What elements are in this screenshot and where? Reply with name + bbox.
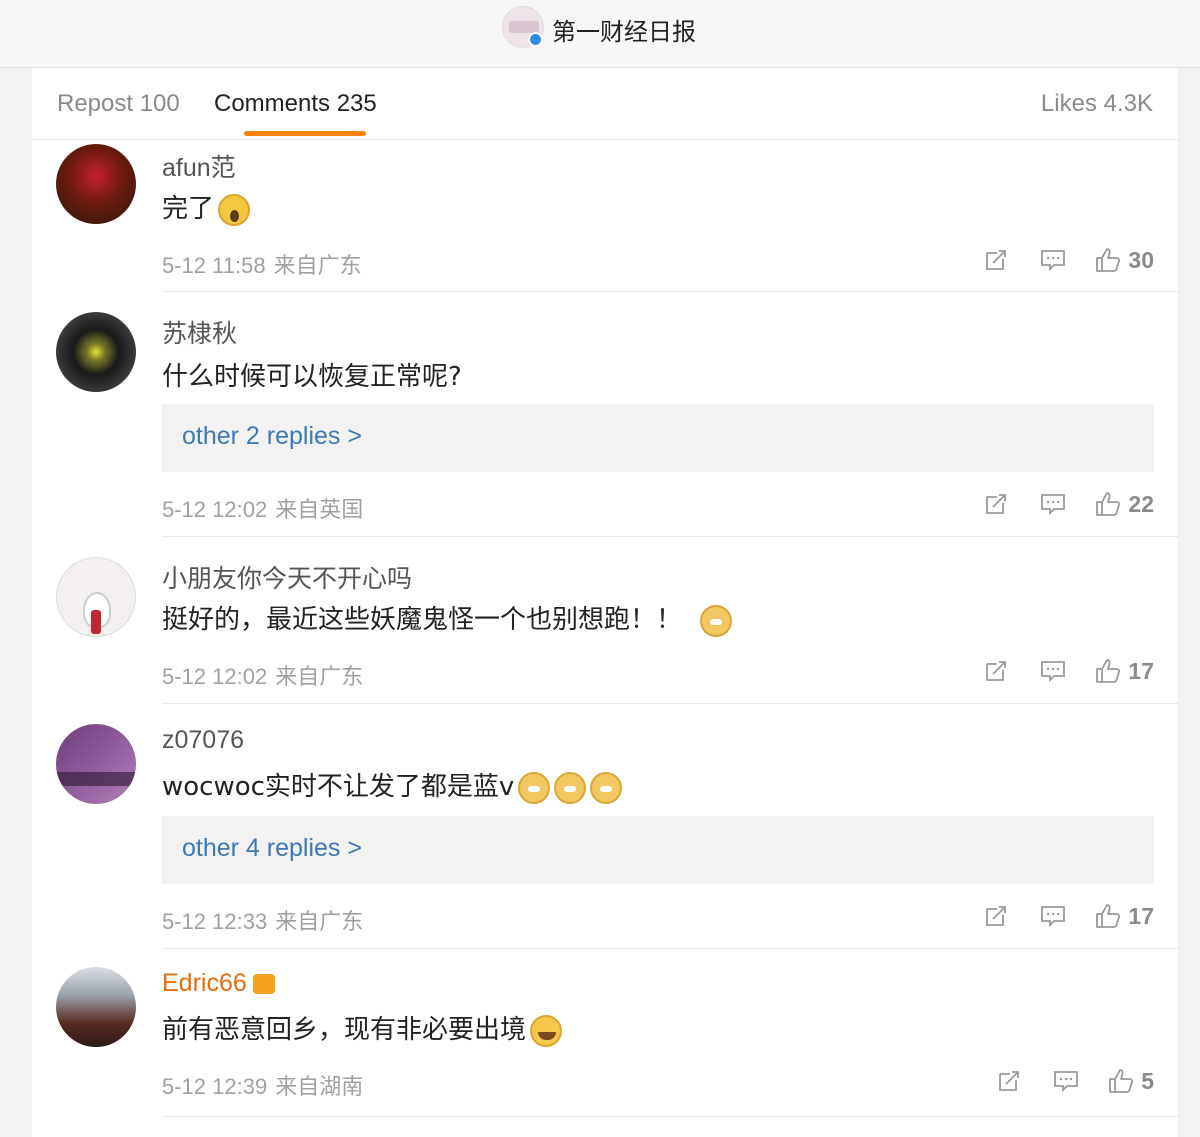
like-icon: [1096, 248, 1121, 272]
more-replies-label: other 2 replies >: [182, 422, 362, 450]
like-icon: [1109, 1069, 1134, 1093]
reply-button[interactable]: [1040, 904, 1066, 928]
comment-time: 5-12 12:02: [162, 497, 268, 522]
comment-username[interactable]: Edric66: [162, 969, 275, 998]
comment-item: afun范 完了 5-12 11:58 来自广东 30: [32, 140, 1178, 292]
like-button[interactable]: 17: [1094, 657, 1154, 685]
more-replies-link[interactable]: other 4 replies >: [162, 816, 1154, 884]
comment-text: 完了: [162, 188, 251, 226]
comment-actions: 17: [984, 900, 1154, 932]
comment-meta: 5-12 12:33 来自广东: [162, 904, 363, 936]
laugh-cry-emoji-icon: [530, 1014, 563, 1047]
avatar[interactable]: [56, 557, 136, 637]
top-bar: 第一财经日报: [0, 0, 1200, 68]
avatar[interactable]: [56, 967, 136, 1047]
like-button[interactable]: 22: [1094, 490, 1154, 518]
comment-actions: 5: [997, 1065, 1154, 1097]
reply-button[interactable]: [1040, 492, 1066, 516]
reply-button[interactable]: [1040, 659, 1066, 683]
like-count: 17: [1128, 902, 1154, 929]
comment-icon: [1054, 1071, 1079, 1093]
more-replies-link[interactable]: other 2 replies >: [162, 404, 1154, 472]
doge-emoji-icon: [518, 771, 551, 804]
avatar[interactable]: [56, 312, 136, 392]
crown-icon: [252, 974, 275, 995]
comment-username[interactable]: 苏棣秋: [162, 314, 237, 350]
comment-icon: [1041, 494, 1066, 516]
share-icon: [986, 250, 1007, 270]
tab-likes[interactable]: Likes 4.3K: [1041, 90, 1153, 118]
like-count: 17: [1128, 657, 1154, 684]
tab-comments[interactable]: Comments 235: [214, 90, 377, 118]
comment-time: 5-12 12:33: [162, 909, 268, 934]
comment-meta: 5-12 12:02 来自英国: [162, 492, 363, 524]
comment-actions: 17: [984, 655, 1154, 687]
doge-emoji-icon: [554, 771, 587, 804]
comments-panel: Repost 100 Comments 235 Likes 4.3K afun范…: [32, 68, 1178, 1137]
tab-repost[interactable]: Repost 100: [57, 90, 180, 118]
like-icon: [1096, 904, 1121, 928]
share-button[interactable]: [984, 492, 1008, 516]
like-count: 5: [1141, 1067, 1154, 1094]
comment-username[interactable]: z07076: [162, 726, 244, 755]
comment-icon: [1041, 661, 1066, 683]
comment-text: 挺好的，最近这些妖魔鬼怪一个也别想跑！！: [162, 599, 733, 637]
divider: [162, 1116, 1178, 1117]
account-name[interactable]: 第一财经日报: [552, 12, 696, 47]
comment-text: 什么时候可以恢复正常呢?: [162, 362, 462, 392]
comment-icon: [1041, 250, 1066, 272]
comment-item: Edric66 前有恶意回乡，现有非必要出境 5-12 12:39 来自湖南 5: [32, 949, 1178, 1117]
comment-location: 来自广东: [273, 253, 362, 278]
comment-actions: 30: [984, 244, 1154, 276]
comment-location: 来自广东: [275, 909, 364, 934]
active-tab-indicator: [244, 131, 366, 136]
share-button[interactable]: [984, 248, 1008, 272]
reply-button[interactable]: [1053, 1069, 1079, 1093]
doge-emoji-icon: [590, 771, 623, 804]
comment-username[interactable]: 小朋友你今天不开心吗: [162, 559, 412, 595]
doge-emoji-icon: [700, 604, 733, 637]
comment-location: 来自湖南: [275, 1074, 364, 1099]
comment-time: 5-12 12:39: [162, 1074, 268, 1099]
share-button[interactable]: [997, 1069, 1021, 1093]
comment-item: 苏棣秋 什么时候可以恢复正常呢? other 2 replies > 5-12 …: [32, 292, 1178, 537]
like-count: 30: [1128, 246, 1154, 273]
scream-emoji-icon: [218, 193, 251, 226]
comment-item: 小朋友你今天不开心吗 挺好的，最近这些妖魔鬼怪一个也别想跑！！ 5-12 12:…: [32, 537, 1178, 704]
share-icon: [986, 661, 1007, 681]
comment-meta: 5-12 12:02 来自广东: [162, 659, 363, 691]
comment-text: wocwoc实时不让发了都是蓝v: [162, 766, 623, 804]
avatar[interactable]: [56, 144, 136, 224]
like-icon: [1096, 492, 1121, 516]
avatar[interactable]: [56, 724, 136, 804]
like-button[interactable]: 5: [1107, 1067, 1154, 1095]
comment-meta: 5-12 11:58 来自广东: [162, 248, 362, 280]
verified-icon: [528, 32, 543, 47]
reply-button[interactable]: [1040, 248, 1066, 272]
like-icon: [1096, 659, 1121, 683]
share-icon: [986, 494, 1007, 514]
comment-location: 来自广东: [275, 664, 364, 689]
comment-actions: 22: [984, 488, 1154, 520]
comment-icon: [1041, 906, 1066, 928]
comment-meta: 5-12 12:39 来自湖南: [162, 1069, 363, 1101]
comment-text: 前有恶意回乡，现有非必要出境: [162, 1009, 563, 1047]
share-icon: [986, 906, 1007, 926]
like-button[interactable]: 17: [1094, 902, 1154, 930]
comment-time: 5-12 11:58: [162, 253, 266, 278]
comment-time: 5-12 12:02: [162, 664, 268, 689]
tab-bar: Repost 100 Comments 235 Likes 4.3K: [32, 68, 1178, 140]
like-count: 22: [1128, 490, 1154, 517]
share-button[interactable]: [984, 659, 1008, 683]
more-replies-label: other 4 replies >: [182, 834, 362, 862]
comment-username[interactable]: afun范: [162, 148, 236, 184]
like-button[interactable]: 30: [1094, 246, 1154, 274]
comment-location: 来自英国: [275, 497, 364, 522]
share-button[interactable]: [984, 904, 1008, 928]
share-icon: [999, 1071, 1020, 1091]
comment-item: z07076 wocwoc实时不让发了都是蓝v other 4 replies …: [32, 704, 1178, 949]
